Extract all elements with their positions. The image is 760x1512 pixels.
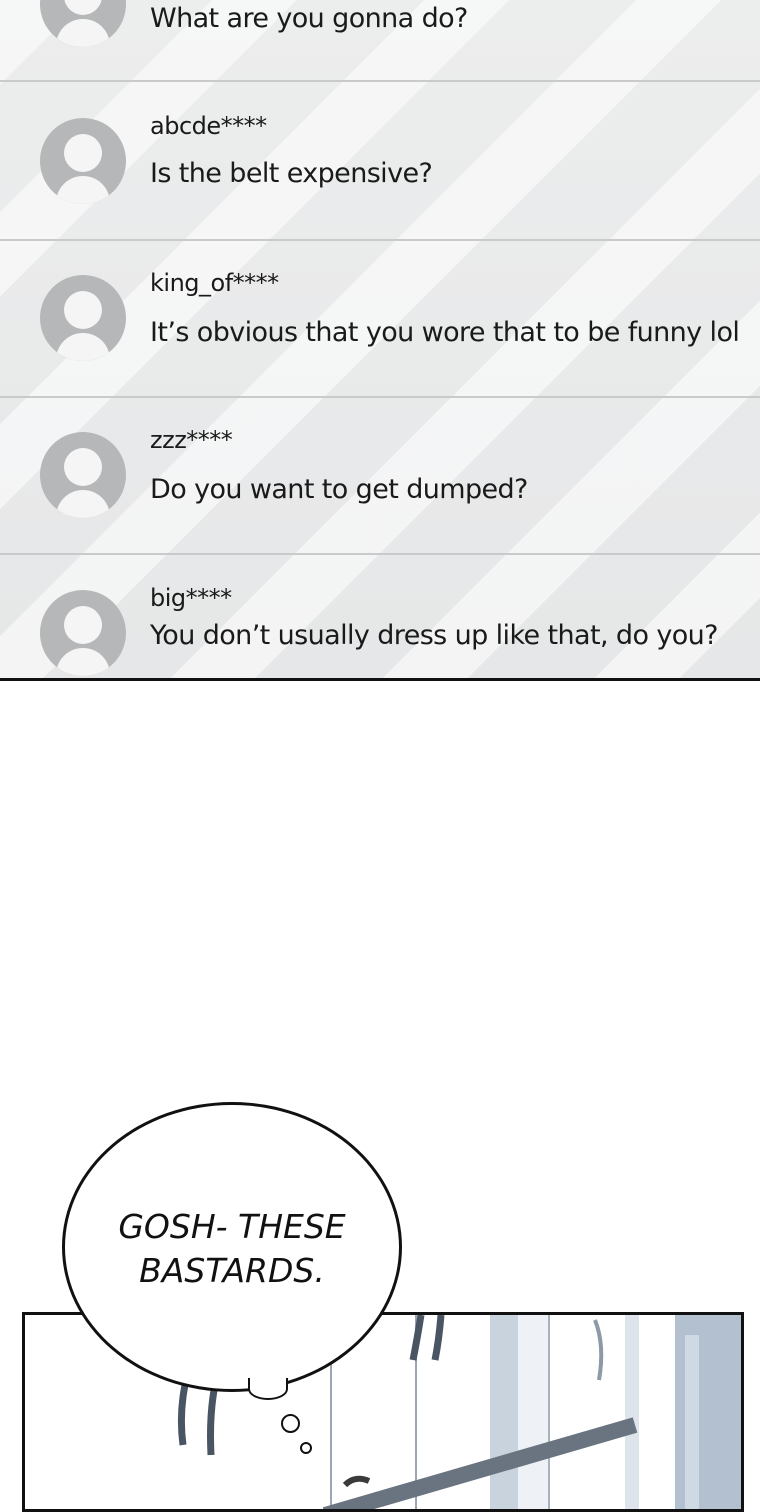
user-avatar-icon <box>40 0 126 47</box>
thought-dot <box>281 1414 300 1433</box>
comment-text: Is the belt expensive? <box>150 158 433 189</box>
list-item: What are you gonna do? <box>0 0 760 82</box>
list-item: abcde**** Is the belt expensive? <box>0 84 760 241</box>
user-avatar-icon <box>40 590 126 676</box>
comment-username: big**** <box>150 584 232 612</box>
speech-bubble-text: GOSH- THESE BASTARDS. <box>62 1205 402 1293</box>
comment-text: What are you gonna do? <box>150 3 468 34</box>
speech-line-1: GOSH- THESE <box>118 1207 346 1246</box>
list-item: king_of**** It’s obvious that you wore t… <box>0 241 760 398</box>
comment-username: abcde**** <box>150 112 267 140</box>
list-item: big**** You don’t usually dress up like … <box>0 556 760 678</box>
user-avatar-icon <box>40 275 126 361</box>
user-avatar-icon <box>40 432 126 518</box>
comment-text: You don’t usually dress up like that, do… <box>150 620 719 651</box>
user-avatar-icon <box>40 118 126 204</box>
comment-username: king_of**** <box>150 269 279 297</box>
comment-username: zzz**** <box>150 426 233 454</box>
speech-line-2: BASTARDS. <box>139 1251 325 1290</box>
comment-list: What are you gonna do? abcde**** Is the … <box>0 0 760 681</box>
comment-text: Do you want to get dumped? <box>150 474 528 505</box>
bubble-tail <box>248 1378 288 1400</box>
thought-dot <box>300 1442 312 1454</box>
list-item: zzz**** Do you want to get dumped? <box>0 398 760 555</box>
comment-text: It’s obvious that you wore that to be fu… <box>150 317 740 348</box>
